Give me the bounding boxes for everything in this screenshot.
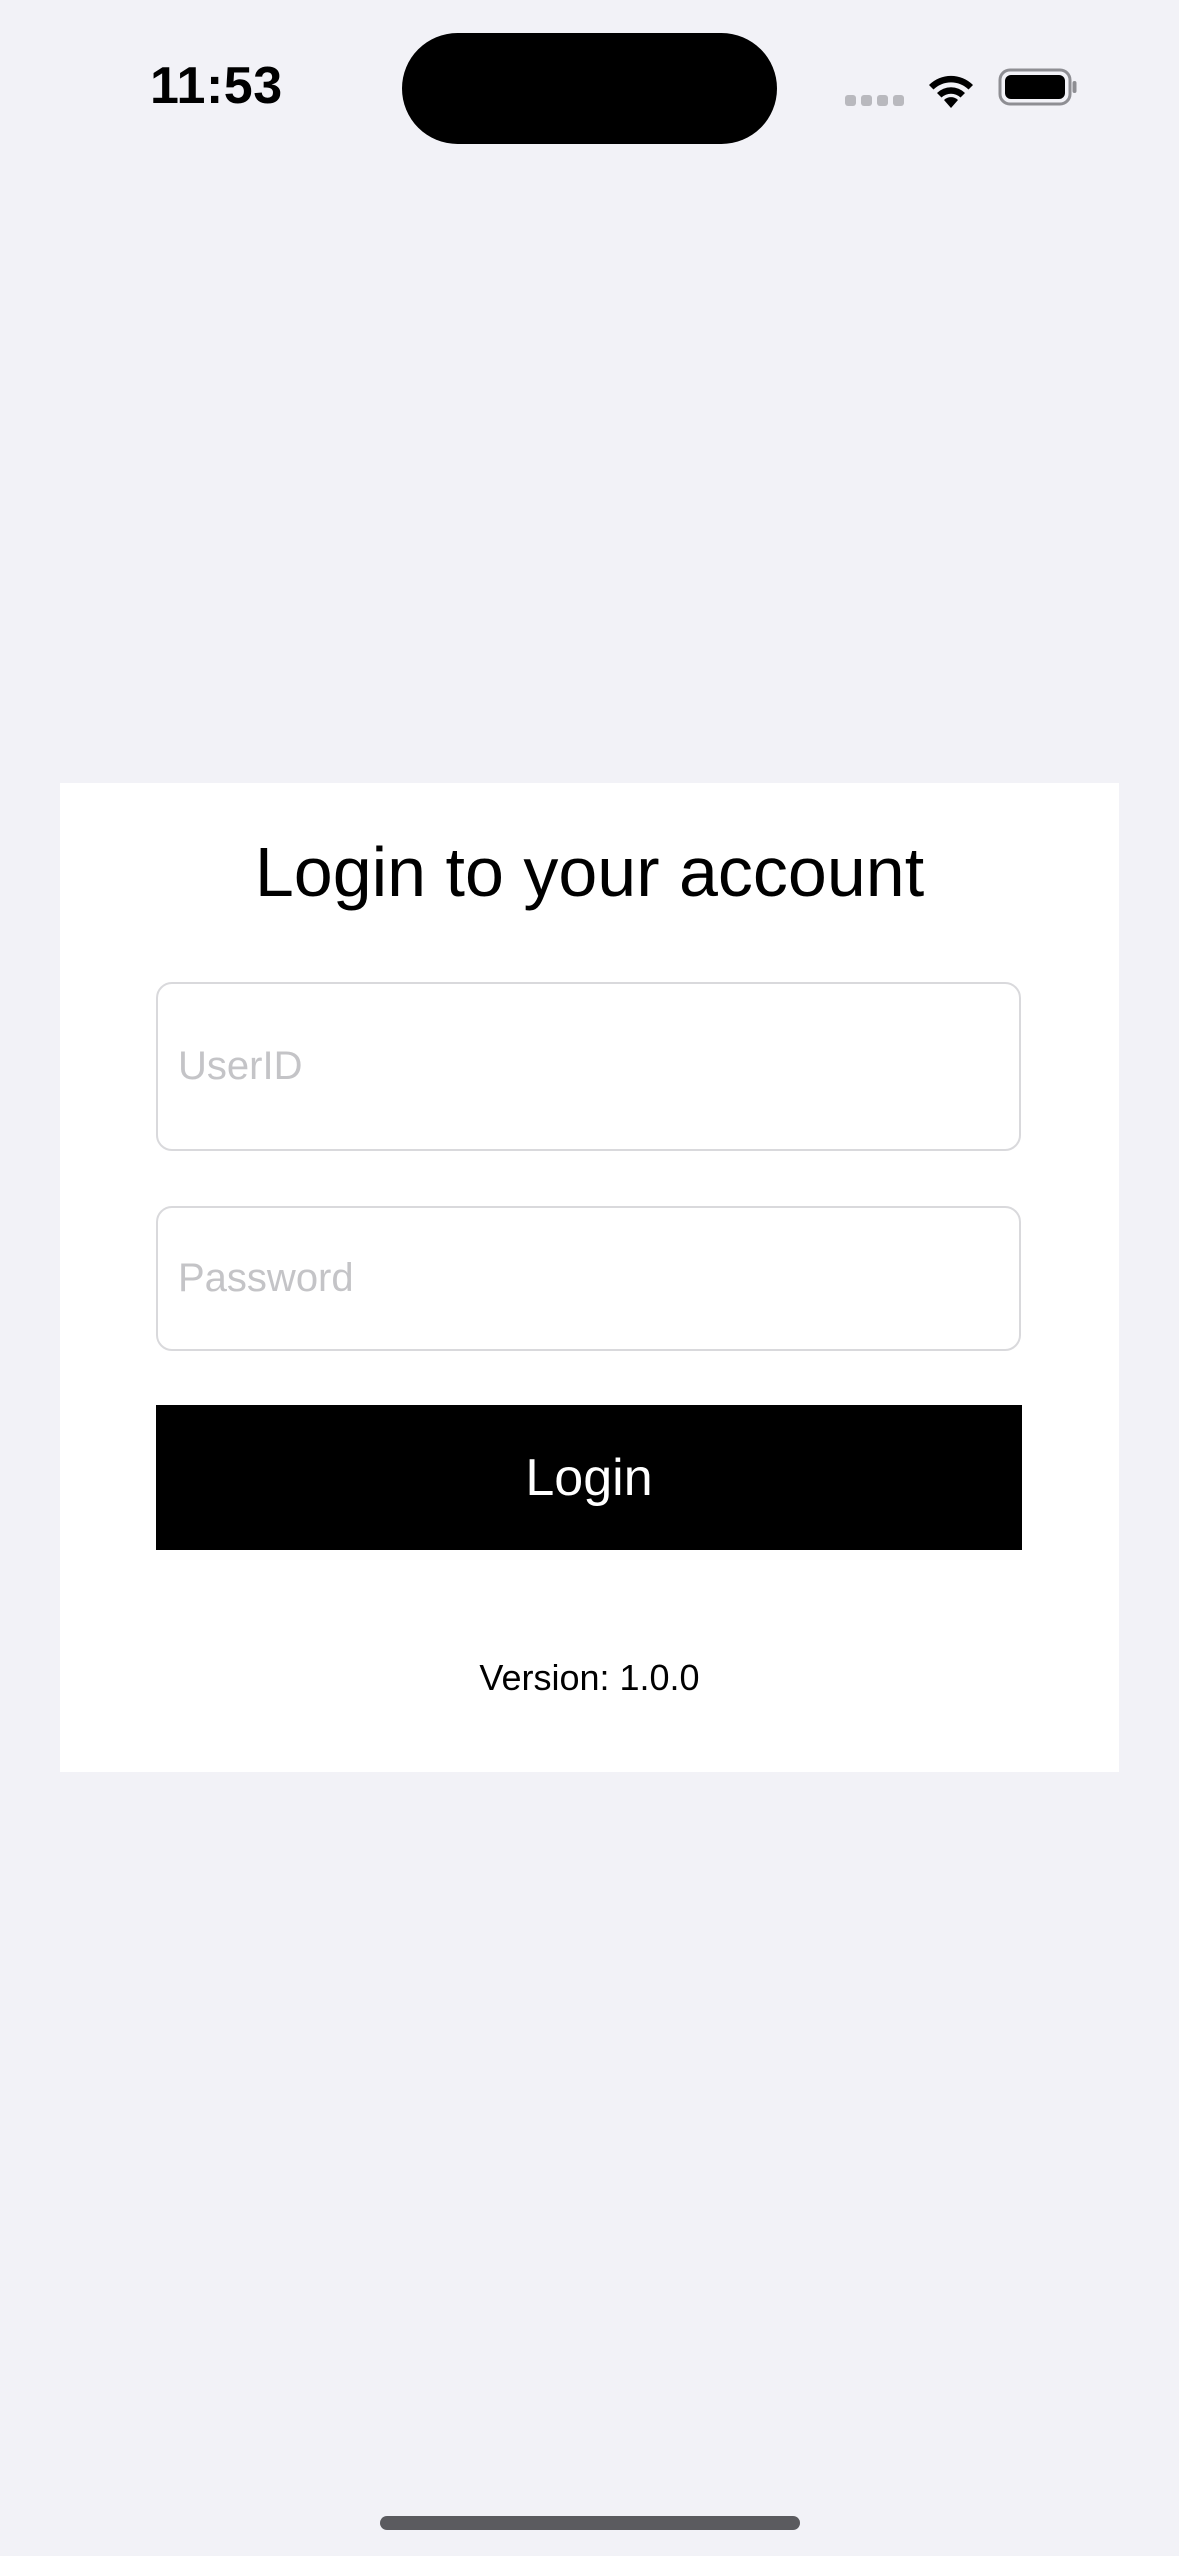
wifi-icon [929,75,973,108]
status-bar: 11:53 [0,0,1179,160]
version-label: Version: 1.0.0 [479,1657,700,1698]
battery-icon [998,68,1077,106]
login-title: Login to your account [254,833,925,911]
login-button[interactable]: Login [156,1405,1022,1550]
home-indicator[interactable] [380,2516,800,2530]
status-time: 11:53 [150,57,283,115]
password-input[interactable] [156,1206,1021,1351]
userid-input[interactable] [156,982,1021,1151]
dynamic-island [402,33,777,144]
cellular-signal-icon [845,95,904,106]
